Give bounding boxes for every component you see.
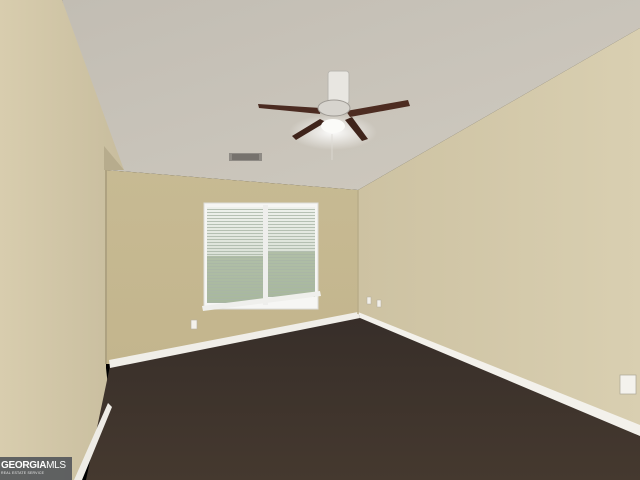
watermark-logo: GEORGIAMLS bbox=[1, 460, 72, 471]
ceiling-vent bbox=[229, 153, 262, 161]
watermark-brand-thin: MLS bbox=[46, 460, 66, 471]
outlet-right-wall-1 bbox=[366, 296, 372, 305]
georgiamls-watermark: GEORGIAMLS REAL ESTATE SERVICE bbox=[0, 457, 72, 480]
watermark-tagline: REAL ESTATE SERVICE bbox=[1, 471, 45, 475]
outlet-back-wall bbox=[190, 319, 198, 330]
outlet-right-wall-2 bbox=[376, 299, 382, 308]
window bbox=[202, 202, 321, 311]
watermark-brand-bold: GEORGIA bbox=[1, 460, 47, 471]
room-photo bbox=[0, 0, 640, 480]
outlet-right-wall-3 bbox=[619, 374, 637, 395]
